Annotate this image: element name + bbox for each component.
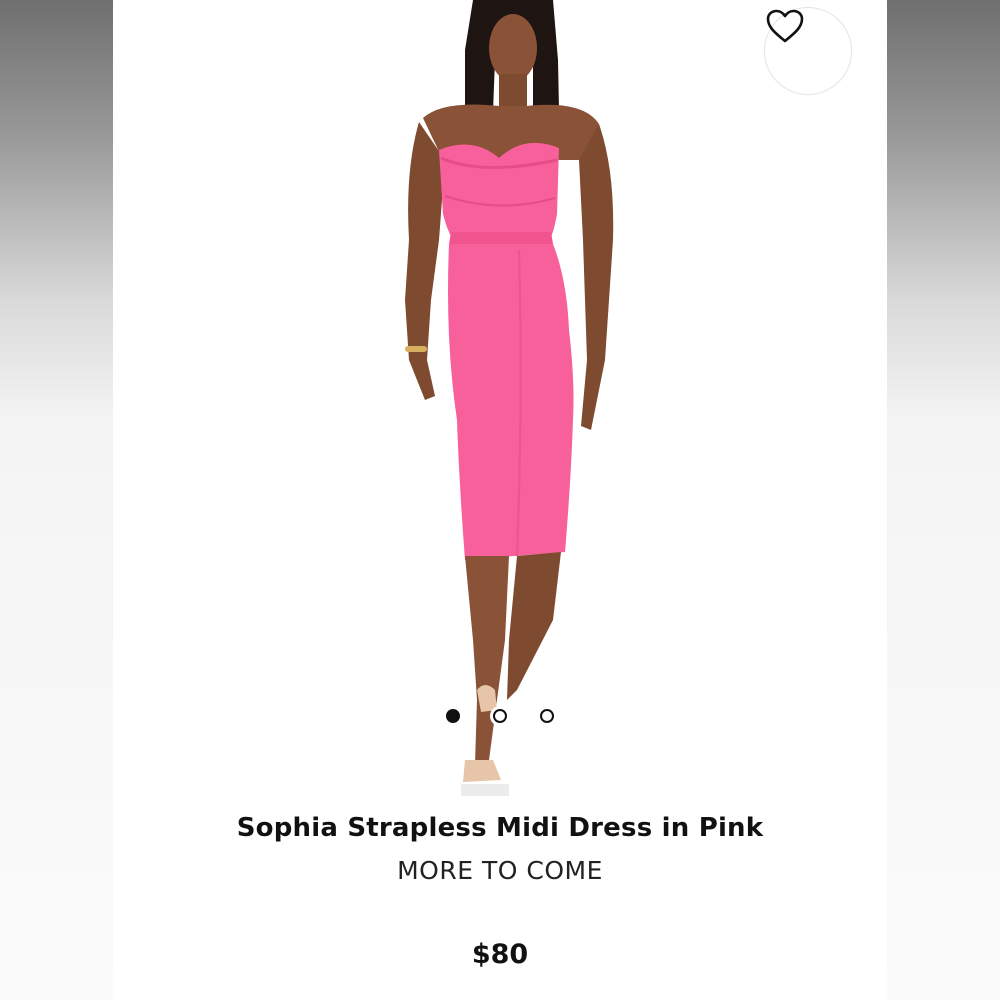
carousel-dot-1[interactable] [446, 709, 460, 723]
carousel-dot-2[interactable] [493, 709, 507, 723]
favorite-button[interactable] [764, 7, 852, 95]
carousel-dot-3[interactable] [540, 709, 554, 723]
product-price: $80 [471, 939, 529, 970]
product-image[interactable] [113, 0, 887, 800]
image-carousel-indicators [113, 709, 887, 729]
model-illustration [405, 0, 614, 796]
product-card: Sophia Strapless Midi Dress in Pink MORE… [113, 0, 887, 1000]
heart-icon [766, 9, 804, 43]
product-brand[interactable]: MORE TO COME [113, 856, 887, 885]
product-title[interactable]: Sophia Strapless Midi Dress in Pink [113, 813, 887, 843]
